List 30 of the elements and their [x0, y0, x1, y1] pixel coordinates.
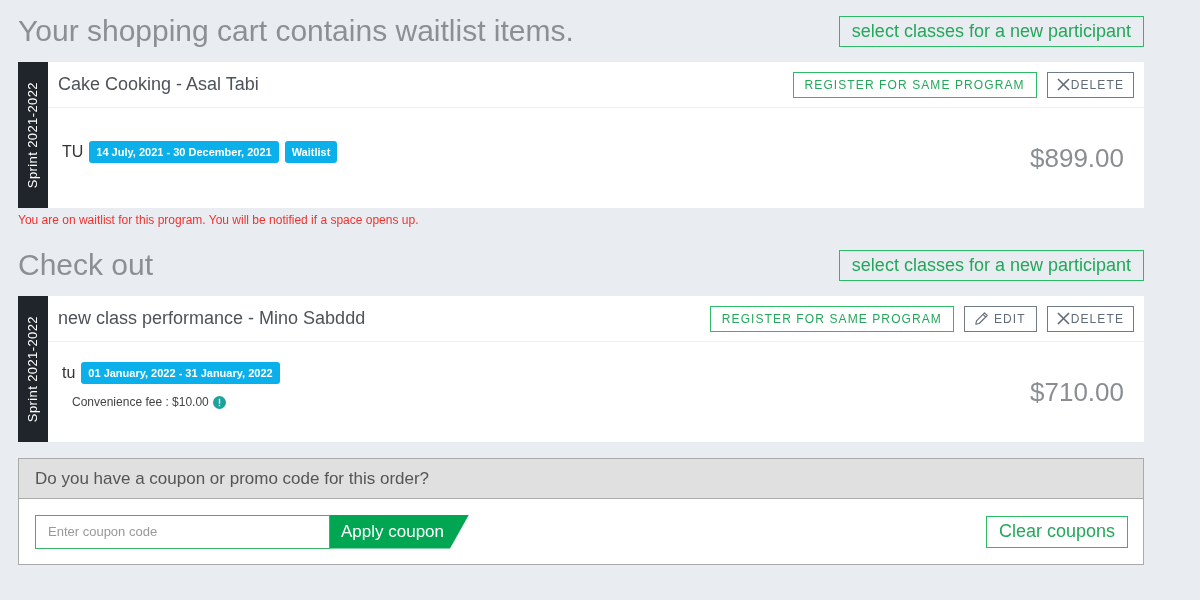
date-badge: Waitlist — [284, 140, 338, 164]
coupon-question: Do you have a coupon or promo code for this order? — [35, 467, 430, 490]
apply-coupon-button[interactable]: Apply coupon — [330, 514, 469, 549]
close-icon — [1056, 78, 1070, 91]
clear-coupons-button[interactable]: Clear coupons — [985, 515, 1128, 548]
register-button[interactable]: REGISTER FOR SAME PROGRAM — [792, 71, 1037, 98]
coupon-code-field[interactable]: Enter coupon code — [35, 514, 330, 549]
day-label: tu — [62, 363, 76, 383]
section-heading: Your shopping cart contains waitlist items. — [18, 13, 574, 49]
close-icon — [1056, 312, 1070, 325]
waitlist-notice: You are on waitlist for this program. You will be notified if a space opens up. — [18, 212, 419, 228]
new-participant-button[interactable]: select classes for a new participant — [838, 15, 1144, 47]
delete-button[interactable]: DELETE — [1046, 71, 1134, 98]
day-label: TU — [62, 142, 84, 162]
info-icon — [212, 395, 226, 409]
season-label: Sprint 2021-2022 — [24, 315, 42, 423]
section-heading: Check out — [18, 247, 154, 283]
item-title: new class performance - Mino Sabddd — [58, 307, 366, 330]
register-button[interactable]: REGISTER FOR SAME PROGRAM — [709, 305, 954, 332]
item-title: Cake Cooking - Asal Tabi — [58, 73, 259, 96]
date-badge: 14 July, 2021 - 30 December, 2021 — [89, 140, 279, 164]
season-label: Sprint 2021-2022 — [24, 81, 42, 189]
pencil-icon — [974, 312, 988, 325]
convenience-fee-text: Convenience fee : $10.00 — [72, 394, 209, 411]
date-badge: 01 January, 2022 - 31 January, 2022 — [81, 361, 280, 385]
delete-button[interactable]: DELETE — [1046, 305, 1134, 332]
price: $710.00 — [1030, 375, 1124, 409]
new-participant-button[interactable]: select classes for a new participant — [838, 249, 1144, 281]
price: $899.00 — [1030, 141, 1124, 175]
edit-button[interactable]: EDIT — [963, 305, 1037, 332]
